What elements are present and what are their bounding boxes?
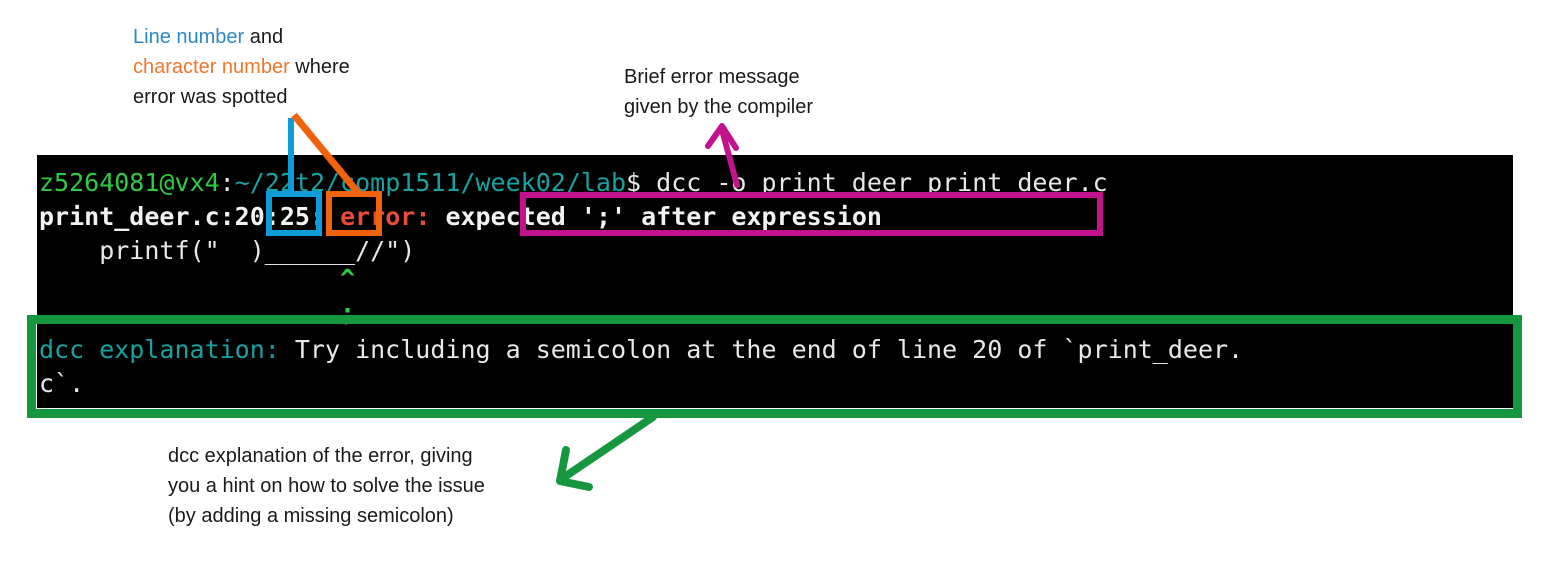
error-message-highlight-box (520, 192, 1103, 236)
annotation-line-1: Line number and (133, 22, 350, 52)
annotation-dcc-line-1: dcc explanation of the error, giving (168, 445, 473, 467)
dcc-explanation-connector (559, 413, 657, 482)
annotation-line-2: character number where (133, 52, 350, 82)
prompt-separator: : (219, 168, 235, 197)
annotation-brief-line-1: Brief error message (624, 66, 800, 88)
annotation-line-3: error was spotted (133, 86, 288, 108)
annotation-dcc-line-2: you a hint on how to solve the issue (168, 475, 485, 497)
line-number-highlight-box (266, 191, 322, 236)
error-file-name: print_deer.c: (39, 202, 235, 231)
error-message-arrowhead (705, 123, 739, 151)
annotation-brief-error-message: Brief error message given by the compile… (624, 62, 813, 122)
dcc-explanation-highlight-box (27, 315, 1522, 418)
dcc-explanation-arrowhead (556, 446, 593, 491)
annotation-line-char-number: Line number and character number where e… (133, 22, 350, 112)
caret-marker-line: ^ (39, 264, 356, 293)
character-number-highlight-box (326, 191, 382, 236)
annotation-dcc-explanation: dcc explanation of the error, giving you… (168, 441, 485, 531)
annotation-dcc-line-3: (by adding a missing semicolon) (168, 505, 454, 527)
annotation-where-text: where (289, 56, 350, 78)
annotation-and-text: and (244, 26, 284, 48)
annotation-brief-line-2: given by the compiler (624, 96, 813, 118)
prompt-user-host: z5264081@vx4 (39, 168, 220, 197)
error-line-number: 20 (234, 202, 265, 231)
annotation-char-number-text: character number (133, 56, 290, 78)
annotation-line-number-text: Line number (133, 26, 245, 48)
